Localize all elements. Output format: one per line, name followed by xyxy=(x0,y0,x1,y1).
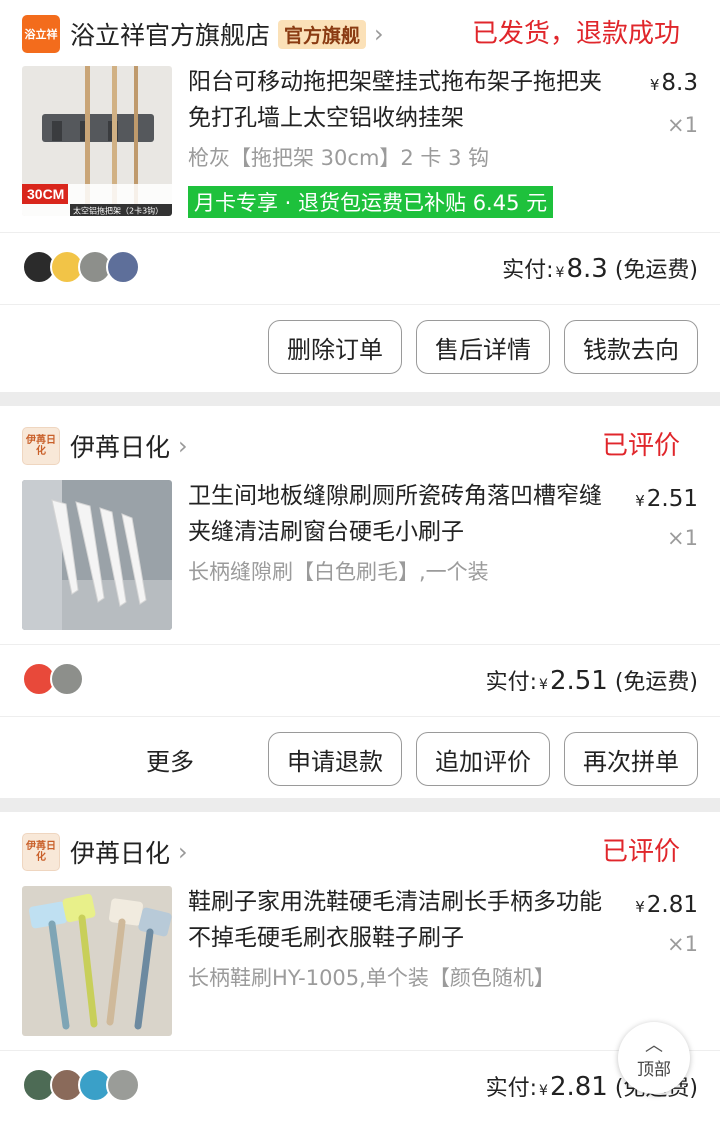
paid-amount: 实付: ¥8.3 (免运费) xyxy=(502,254,698,284)
divider xyxy=(0,304,720,305)
back-to-top-button[interactable]: ︿ 顶部 xyxy=(618,1022,690,1094)
delete-order-button[interactable]: 删除订单 xyxy=(268,320,402,374)
thumb-size-tag: 30CM xyxy=(27,186,64,202)
apply-refund-button[interactable]: 申请退款 xyxy=(268,732,402,786)
official-flagship-badge: 官方旗舰 xyxy=(278,19,367,49)
order-card[interactable]: 伊苒日化 伊苒日化 › 已评价 卫生间地板缝隙刷厕所瓷砖角落凹槽窄缝夹缝清洁刷窗… xyxy=(0,406,720,798)
quantity: ×1 xyxy=(667,932,698,956)
order-card[interactable]: 浴立祥 浴立祥官方旗舰店 官方旗舰 › 已发货，退款成功 30CM 太空铝拖把架… xyxy=(0,0,720,392)
store-logo: 伊苒日化 xyxy=(22,833,60,871)
order-actions: 删除订单 售后详情 钱款去向 xyxy=(254,320,698,374)
thumb-caption: 太空铝拖把架（2卡3钩） xyxy=(73,206,163,216)
store-header[interactable]: 浴立祥 浴立祥官方旗舰店 官方旗舰 › 已发货，退款成功 xyxy=(22,14,700,54)
quantity: ×1 xyxy=(667,526,698,550)
divider xyxy=(0,644,720,645)
buyer-avatars[interactable] xyxy=(22,1068,140,1102)
after-sales-details-button[interactable]: 售后详情 xyxy=(416,320,550,374)
order-status: 已发货，退款成功 xyxy=(471,19,680,49)
order-status: 已评价 xyxy=(601,431,680,461)
chevron-right-icon[interactable]: › xyxy=(374,20,384,48)
paid-amount: 实付: ¥2.51 (免运费) xyxy=(485,666,698,696)
order-card[interactable]: 伊苒日化 伊苒日化 › 已评价 鞋刷子家用洗鞋硬毛清洁刷长手柄多功能不掉毛硬毛刷… xyxy=(0,812,720,1122)
order-status: 已评价 xyxy=(601,837,680,867)
buyer-avatars[interactable] xyxy=(22,662,84,696)
product-spec: 枪灰【拖把架 30cm】2 卡 3 钩 xyxy=(188,146,490,170)
product-title[interactable]: 阳台可移动拖把架壁挂式拖布架子拖把夹免打孔墙上太空铝收纳挂架 xyxy=(188,64,618,136)
promo-tag: 月卡专享 · 退货包运费已补贴 6.45 元 xyxy=(188,186,554,218)
chevron-right-icon[interactable]: › xyxy=(178,432,188,460)
back-to-top-label: 顶部 xyxy=(637,1059,671,1080)
unit-price: ¥2.51 xyxy=(635,486,698,512)
divider xyxy=(0,232,720,233)
product-thumbnail[interactable]: 30CM 太空铝拖把架（2卡3钩） xyxy=(22,66,172,216)
avatar xyxy=(106,250,140,284)
avatar xyxy=(106,1068,140,1102)
chevron-up-icon: ︿ xyxy=(645,1034,663,1056)
product-title[interactable]: 卫生间地板缝隙刷厕所瓷砖角落凹槽窄缝夹缝清洁刷窗台硬毛小刷子 xyxy=(188,478,618,550)
store-name[interactable]: 伊苒日化 xyxy=(70,834,170,870)
buyer-avatars[interactable] xyxy=(22,250,140,284)
reorder-button[interactable]: 再次拼单 xyxy=(564,732,698,786)
product-thumbnail[interactable] xyxy=(22,480,172,630)
store-logo: 伊苒日化 xyxy=(22,427,60,465)
quantity: ×1 xyxy=(667,113,698,137)
product-thumbnail[interactable] xyxy=(22,886,172,1036)
product-spec: 长柄缝隙刷【白色刷毛】,一个装 xyxy=(188,560,489,584)
product-spec: 长柄鞋刷HY-1005,单个装【颜色随机】 xyxy=(188,966,555,990)
refund-destination-button[interactable]: 钱款去向 xyxy=(564,320,698,374)
avatar xyxy=(50,662,84,696)
divider xyxy=(0,716,720,717)
store-header[interactable]: 伊苒日化 伊苒日化 › 已评价 xyxy=(22,832,700,872)
unit-price: ¥2.81 xyxy=(635,892,698,918)
store-name[interactable]: 浴立祥官方旗舰店 xyxy=(70,16,270,52)
divider xyxy=(0,1050,720,1051)
add-review-button[interactable]: 追加评价 xyxy=(416,732,550,786)
store-logo: 浴立祥 xyxy=(22,15,60,53)
store-header[interactable]: 伊苒日化 伊苒日化 › 已评价 xyxy=(22,426,700,466)
store-name[interactable]: 伊苒日化 xyxy=(70,428,170,464)
order-actions: 更多 申请退款 追加评价 再次拼单 xyxy=(146,732,698,786)
more-link[interactable]: 更多 xyxy=(146,742,194,777)
unit-price: ¥8.3 xyxy=(649,70,698,96)
product-title[interactable]: 鞋刷子家用洗鞋硬毛清洁刷长手柄多功能不掉毛硬毛刷衣服鞋子刷子 xyxy=(188,884,618,956)
chevron-right-icon[interactable]: › xyxy=(178,838,188,866)
